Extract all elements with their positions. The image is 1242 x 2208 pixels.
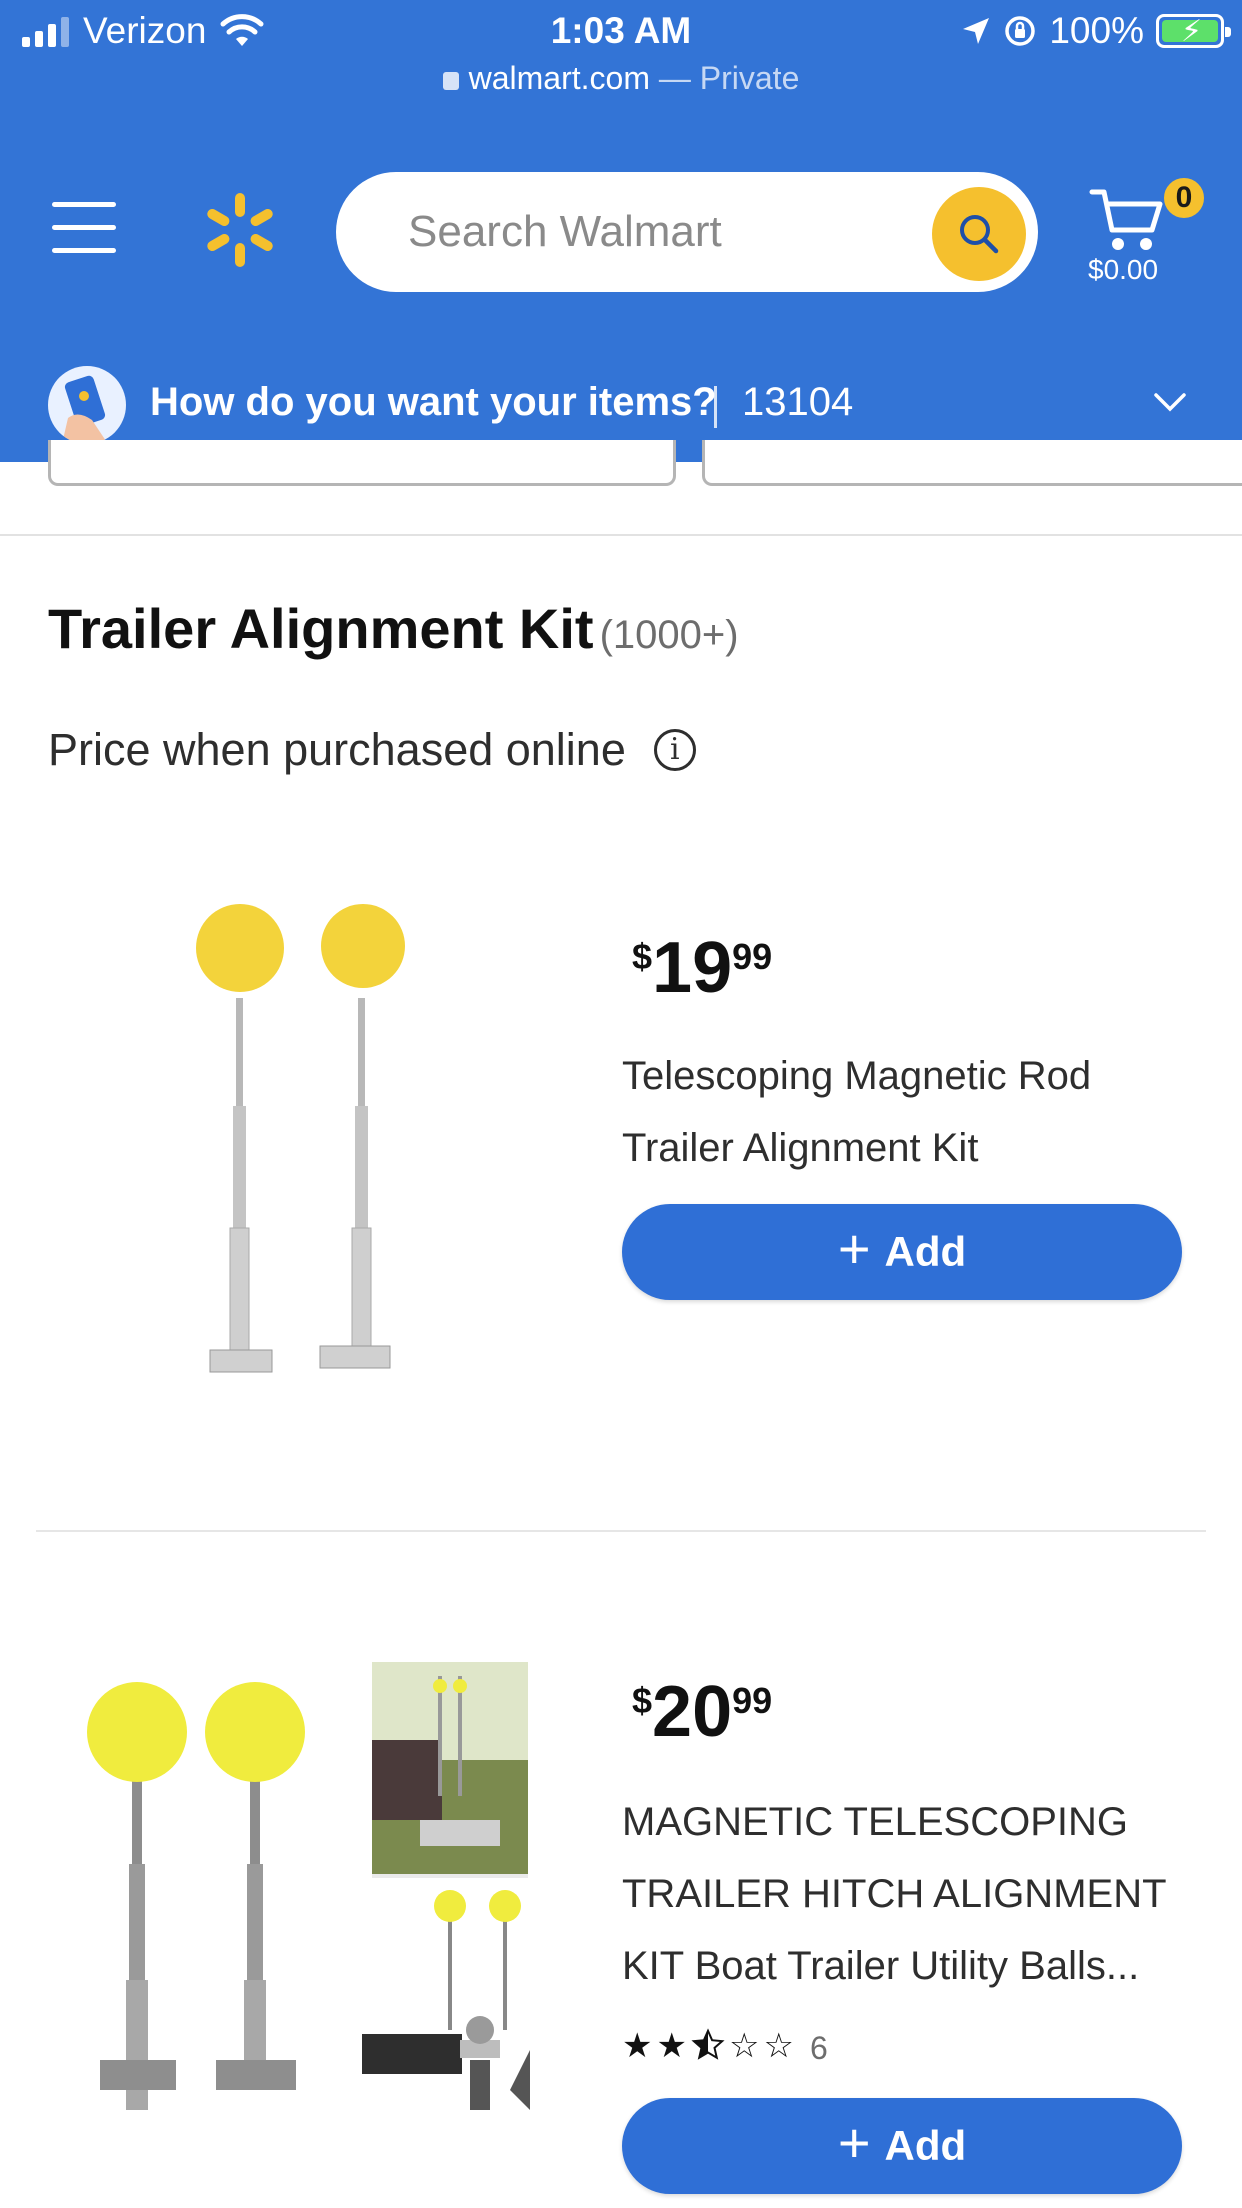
star-full-icon: ★ [622,2027,653,2065]
rating[interactable]: ★ ★ ☆ ☆ 6 [622,2028,828,2069]
status-right: 100% ⚡ [961,10,1231,52]
product-title-line: Trailer Alignment Kit [622,1126,979,1170]
search-input[interactable] [408,202,888,262]
product-image[interactable] [180,880,440,1400]
result-count: (1000+) [599,613,739,657]
fulfillment-prompt: How do you want your items? [150,380,717,424]
hamburger-menu-icon[interactable] [52,200,116,256]
phone-hand-icon [48,366,126,444]
product-price: $1999 [632,932,772,1004]
currency-symbol: $ [632,936,653,977]
add-to-cart-button[interactable]: + Add [622,1204,1182,1300]
product-title[interactable]: MAGNETIC TELESCOPING TRAILER HITCH ALIGN… [622,1786,1182,2002]
price-cents: 99 [732,936,773,977]
section-divider [0,534,1242,536]
rotation-lock-icon [1005,16,1036,46]
charging-bolt-icon: ⚡ [1181,15,1203,48]
chevron-down-icon [1154,393,1186,412]
product-title[interactable]: Telescoping Magnetic Rod Trailer Alignme… [622,1040,1182,1184]
price-note-text: Price when purchased online [48,724,626,775]
price-dollars: 20 [652,1672,733,1752]
search-bar [336,172,1038,292]
price-cents: 99 [732,1680,773,1721]
price-dollars: 19 [652,928,733,1008]
alignment-rod-right [319,904,405,1369]
add-button-label: Add [884,1228,967,1275]
url-domain: walmart.com [468,60,650,96]
add-to-cart-button[interactable]: + Add [622,2098,1182,2194]
cart-count-badge: 0 [1162,176,1206,220]
star-empty-icon: ☆ [763,2027,794,2065]
plus-icon: + [837,2111,871,2174]
alignment-rod-left [196,904,284,1373]
lock-icon [442,72,459,90]
page-title: Trailer Alignment Kit (1000+) [48,596,739,661]
search-icon [960,215,999,254]
walmart-spark-logo[interactable] [200,190,280,270]
zip-code: 13104 [742,380,854,424]
filter-chip[interactable] [702,440,1242,486]
star-empty-icon: ☆ [728,2027,760,2065]
search-button[interactable] [932,187,1026,281]
star-half-icon [691,2028,725,2069]
product-photo-truck [372,1662,528,1878]
alignment-rod-left [87,1682,187,2110]
cart-icon [1089,189,1163,250]
url-bar[interactable]: walmart.com — Private [0,60,1242,97]
product-divider [36,1530,1206,1532]
filter-chip[interactable] [48,440,676,486]
private-label: — Private [658,60,800,96]
review-count: 6 [809,2030,828,2066]
cart-total: $0.00 [1088,254,1159,285]
status-bar: Verizon 1:03 AM 100% ⚡ [0,0,1242,62]
battery-percent: 100% [1049,10,1144,51]
divider [714,386,717,428]
cart-button[interactable]: 0 $0.00 [1088,176,1206,296]
product-title-line: MAGNETIC TELESCOPING [622,1800,1129,1844]
search-term: Trailer Alignment Kit [48,597,594,660]
star-rating: ★ ★ ☆ ☆ [622,2028,794,2069]
product-title-line: TRAILER HITCH ALIGNMENT [622,1872,1167,1916]
product-title-line: KIT Boat Trailer Utility Balls... [622,1944,1140,1988]
alignment-rod-right [205,1682,305,2090]
add-button-label: Add [884,2122,967,2169]
currency-symbol: $ [632,1680,653,1721]
product-photo-hitch [362,1890,530,2110]
product-image[interactable] [60,1650,540,2130]
info-icon[interactable]: i [653,729,696,771]
product-price: $2099 [632,1676,772,1748]
price-note: Price when purchased online i [48,724,696,776]
battery-icon: ⚡ [1156,14,1231,48]
location-arrow-icon [963,18,990,44]
plus-icon: + [837,1217,871,1280]
product-title-line: Telescoping Magnetic Rod [622,1054,1092,1098]
star-full-icon: ★ [656,2027,687,2065]
